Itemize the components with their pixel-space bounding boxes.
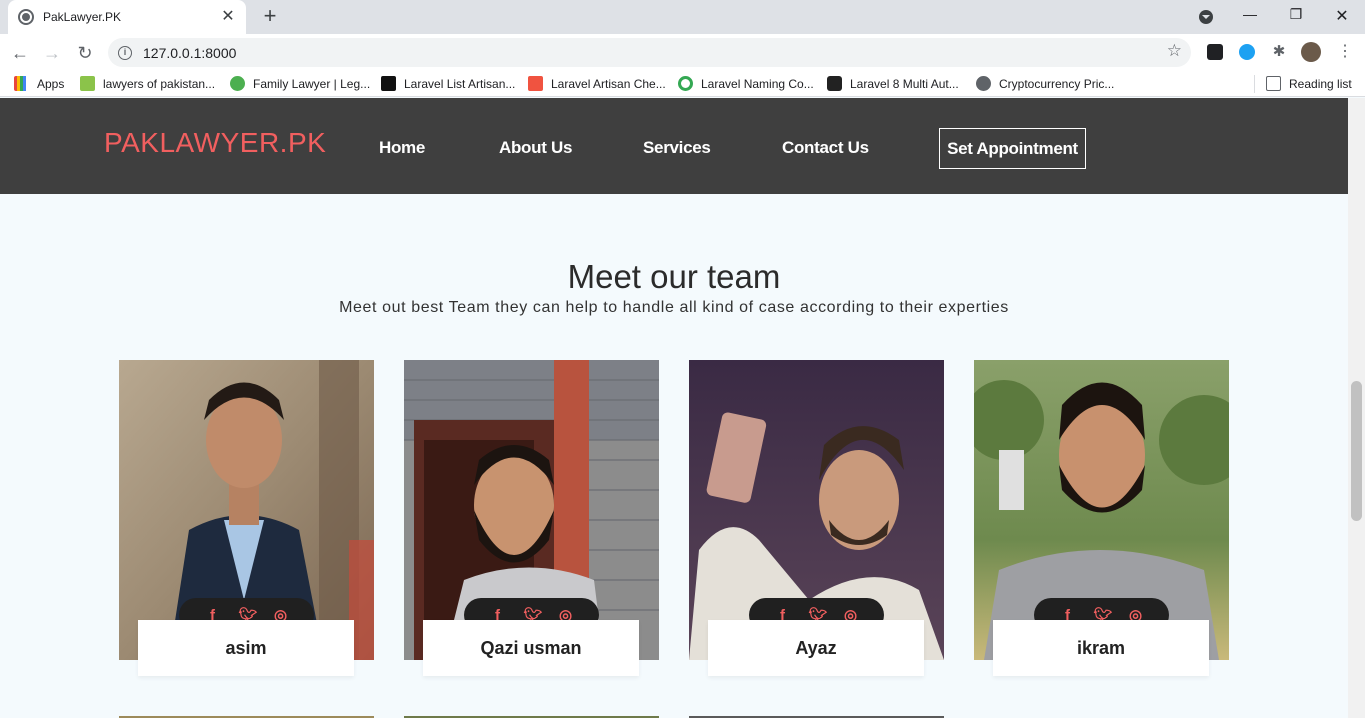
team-card: f 🐦︎ ◎ Ayaz (689, 360, 944, 680)
extension-icon[interactable] (1207, 44, 1223, 60)
bookmark-item[interactable]: Family Lawyer | Leg... (230, 76, 370, 91)
page-content: PAKLAWYER.PK Home About Us Services Cont… (0, 98, 1348, 718)
puzzle-icon[interactable]: ✱ (1271, 44, 1287, 60)
minimize-icon[interactable]: — (1235, 6, 1265, 22)
reading-list-button[interactable]: Reading list (1266, 76, 1352, 91)
bookmark-favicon (678, 76, 693, 91)
team-card: f 🐦︎ ◎ Qazi usman (404, 360, 659, 680)
apps-icon (14, 76, 29, 91)
url-text: 127.0.0.1:8000 (143, 44, 237, 61)
avatar[interactable] (1301, 42, 1321, 62)
tab-strip: PakLawyer.PK ✕ + — ❐ ✕ (0, 0, 1365, 34)
address-bar[interactable]: i 127.0.0.1:8000 ☆ (108, 38, 1191, 67)
nav-contact[interactable]: Contact Us (782, 138, 869, 158)
back-icon[interactable]: ← (9, 42, 31, 64)
bookmark-item[interactable]: Cryptocurrency Pric... (976, 76, 1114, 91)
laravel-icon (528, 76, 543, 91)
bookmark-favicon (381, 76, 396, 91)
reload-icon[interactable]: ↻ (74, 42, 96, 64)
menu-icon[interactable]: ⋮ (1337, 44, 1353, 60)
separator (1254, 75, 1255, 93)
team-card: f 🐦︎ ◎ ikram (974, 360, 1229, 680)
bookmark-item[interactable]: Laravel List Artisan... (381, 76, 515, 91)
team-heading: Meet our team (567, 258, 781, 295)
bookmark-item[interactable]: Laravel Artisan Che... (528, 76, 666, 91)
scrollbar-thumb[interactable] (1351, 381, 1362, 521)
bookmark-favicon (827, 76, 842, 91)
member-name: ikram (993, 620, 1209, 676)
site-logo[interactable]: PAKLAWYER.PK (104, 127, 326, 159)
site-navbar: PAKLAWYER.PK Home About Us Services Cont… (0, 98, 1348, 194)
close-tab-icon[interactable]: ✕ (220, 9, 236, 25)
new-tab-button[interactable]: + (258, 5, 282, 29)
globe-icon (976, 76, 991, 91)
tab-search-icon[interactable] (1199, 10, 1213, 24)
forward-icon[interactable]: → (41, 42, 63, 64)
page-scrollbar[interactable] (1348, 98, 1365, 718)
nav-home[interactable]: Home (379, 138, 425, 158)
team-subtitle: Meet out best Team they can help to hand… (339, 299, 1009, 316)
reading-list-icon (1266, 76, 1281, 91)
close-window-icon[interactable]: ✕ (1327, 6, 1357, 26)
browser-tab[interactable]: PakLawyer.PK ✕ (8, 0, 246, 34)
globe-icon (18, 9, 34, 25)
browser-toolbar: ← → ↻ i 127.0.0.1:8000 ☆ (0, 34, 1365, 71)
set-appointment-button[interactable]: Set Appointment (939, 128, 1086, 169)
bookmark-star-icon[interactable]: ☆ (1167, 41, 1182, 61)
nav-about[interactable]: About Us (499, 138, 572, 158)
tab-title: PakLawyer.PK (43, 10, 122, 24)
bookmark-item[interactable]: Laravel 8 Multi Aut... (827, 76, 959, 91)
bookmark-apps[interactable]: Apps (14, 76, 64, 91)
member-name: Qazi usman (423, 620, 639, 676)
team-card: f 🐦︎ ◎ asim (119, 360, 374, 680)
bookmark-favicon (230, 76, 245, 91)
bookmark-favicon (80, 76, 95, 91)
info-icon[interactable]: i (118, 45, 132, 60)
member-name: asim (138, 620, 354, 676)
bookmarks-bar: Apps lawyers of pakistan... Family Lawye… (0, 71, 1365, 97)
bookmark-item[interactable]: Laravel Naming Co... (678, 76, 814, 91)
member-name: Ayaz (708, 620, 924, 676)
extension-icon[interactable] (1239, 44, 1255, 60)
restore-icon[interactable]: ❐ (1281, 6, 1311, 23)
bookmark-item[interactable]: lawyers of pakistan... (80, 76, 215, 91)
nav-services[interactable]: Services (643, 138, 711, 158)
